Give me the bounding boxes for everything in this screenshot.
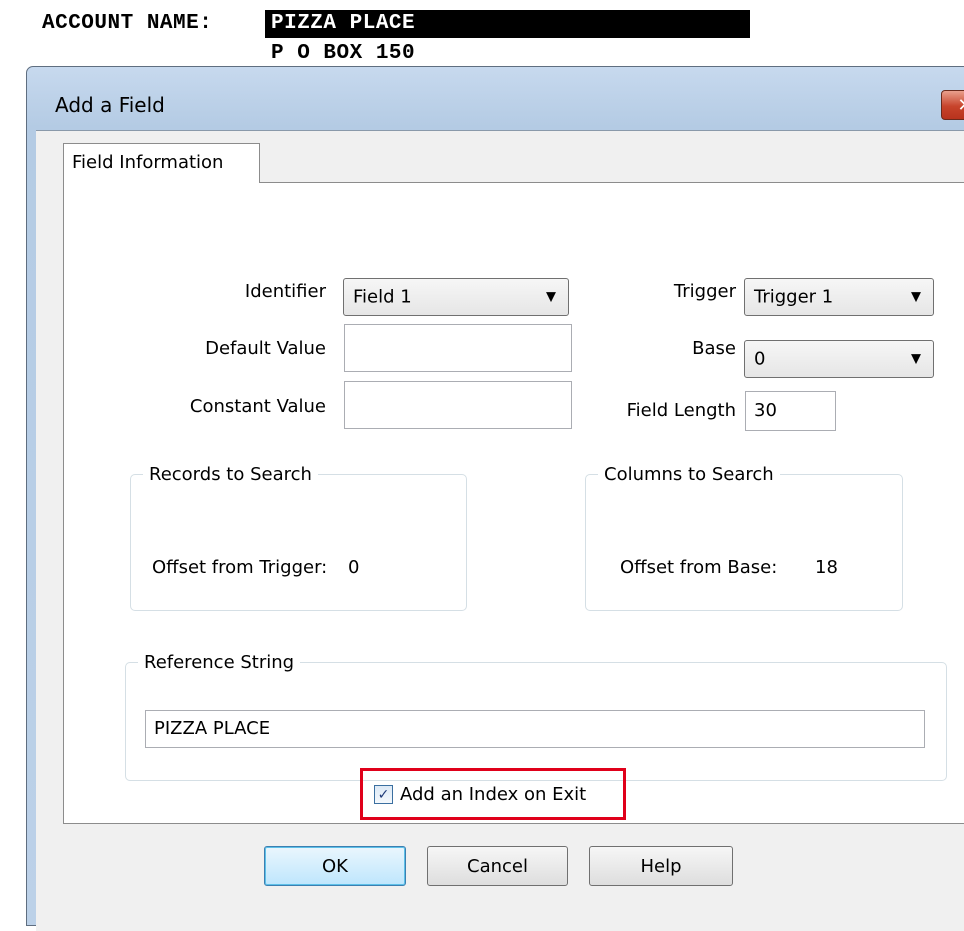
- chevron-down-icon: ▼: [911, 351, 921, 367]
- base-select-value: 0: [754, 348, 766, 370]
- add-index-checkbox[interactable]: ✓: [374, 785, 393, 804]
- close-button[interactable]: ✕: [941, 90, 964, 120]
- field-length-input[interactable]: 30: [745, 391, 836, 431]
- default-value-input[interactable]: [344, 324, 572, 372]
- tab-field-information[interactable]: Field Information: [63, 143, 260, 183]
- offset-from-base-value: 18: [815, 557, 838, 578]
- account-name-label: ACCOUNT NAME:: [42, 12, 213, 35]
- chevron-down-icon: ▼: [911, 289, 921, 305]
- default-value-label: Default Value: [205, 338, 326, 359]
- reference-string-title: Reference String: [144, 652, 295, 673]
- records-to-search-group: Records to Search: [130, 464, 467, 611]
- identifier-label: Identifier: [244, 281, 326, 302]
- ok-button[interactable]: OK: [264, 846, 406, 886]
- account-address: P O BOX 150: [271, 42, 416, 65]
- close-icon: ✕: [957, 95, 964, 116]
- account-name-value: PIZZA PLACE: [265, 10, 750, 38]
- trigger-select[interactable]: Trigger 1 ▼: [744, 278, 934, 316]
- columns-to-search-group: Columns to Search: [585, 464, 903, 611]
- records-to-search-title: Records to Search: [149, 464, 312, 485]
- checkmark-icon: ✓: [377, 786, 390, 803]
- trigger-select-value: Trigger 1: [754, 286, 834, 308]
- chevron-down-icon: ▼: [546, 289, 556, 305]
- base-select[interactable]: 0 ▼: [744, 340, 934, 378]
- field-length-label: Field Length: [626, 400, 736, 421]
- reference-string-input[interactable]: PIZZA PLACE: [145, 710, 925, 748]
- trigger-label: Trigger: [673, 281, 736, 302]
- identifier-select[interactable]: Field 1 ▼: [343, 278, 569, 316]
- identifier-select-value: Field 1: [353, 286, 412, 308]
- cancel-button[interactable]: Cancel: [427, 846, 568, 886]
- help-button[interactable]: Help: [589, 846, 733, 886]
- offset-from-trigger-value: 0: [348, 557, 360, 578]
- dialog-title: Add a Field: [55, 93, 165, 117]
- constant-value-input[interactable]: [344, 381, 572, 429]
- offset-from-trigger-label: Offset from Trigger:: [152, 557, 328, 578]
- constant-value-label: Constant Value: [189, 396, 326, 417]
- offset-from-base-label: Offset from Base:: [620, 557, 778, 578]
- add-index-label[interactable]: Add an Index on Exit: [400, 784, 586, 805]
- columns-to-search-title: Columns to Search: [604, 464, 774, 485]
- base-label: Base: [692, 338, 736, 359]
- tab-panel: Identifier Field 1 ▼ Default Value Const…: [63, 182, 964, 824]
